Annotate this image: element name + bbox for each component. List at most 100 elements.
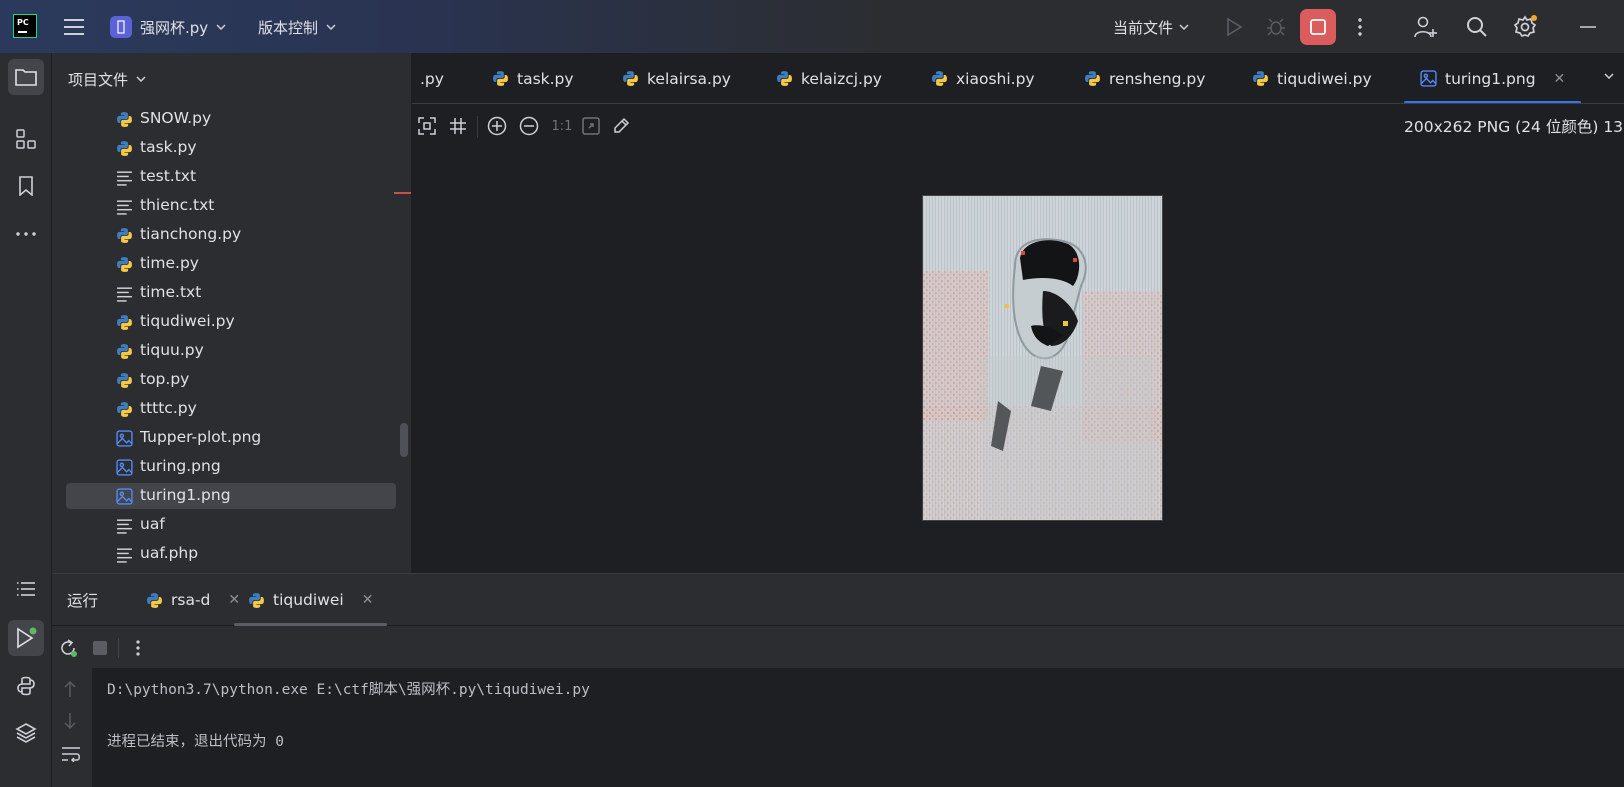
soft-wrap-icon (62, 747, 80, 762)
python-file-icon (117, 228, 132, 243)
tree-item[interactable]: uaf.php (66, 541, 396, 567)
fit-zoom-button[interactable] (416, 115, 438, 137)
editor-tab[interactable]: kelairsa.py (606, 53, 747, 103)
text-file-icon (117, 548, 132, 563)
python-packages-button[interactable] (8, 715, 44, 751)
zoom-out-button[interactable] (518, 115, 540, 137)
image-file-icon (116, 459, 133, 476)
editor-tab[interactable]: task.py (476, 53, 590, 103)
tabs-overflow-button[interactable] (1604, 73, 1614, 79)
grid-icon (450, 118, 466, 134)
search-icon (1467, 17, 1487, 37)
image-info: 200x262 PNG (24 位颜色) 13 (1404, 118, 1624, 136)
scroll-down-button[interactable] (62, 712, 78, 730)
tree-item[interactable]: thienc.txt (66, 193, 396, 219)
vcs-widget[interactable]: 版本控制 (258, 13, 336, 41)
arrow-up-icon (64, 680, 76, 697)
tree-item[interactable]: turing.png (66, 454, 396, 480)
tree-item[interactable]: tiqudiwei.py (66, 309, 396, 335)
soft-wrap-button[interactable] (61, 746, 81, 762)
run-config-label: 当前文件 (1113, 18, 1174, 37)
tree-item[interactable]: time.py (66, 251, 396, 277)
text-file-icon (117, 287, 132, 302)
run-tool-button[interactable] (8, 620, 44, 656)
project-tool-button[interactable] (8, 59, 44, 95)
tree-item[interactable]: top.py (66, 367, 396, 393)
editor-tab[interactable]: kelaizcj.py (760, 53, 898, 103)
rerun-button[interactable] (56, 636, 80, 660)
fit-window-button[interactable] (580, 115, 602, 137)
editor-tab-label: kelaizcj.py (801, 69, 882, 88)
image-file-icon (116, 430, 133, 447)
arrow-down-icon (64, 713, 76, 730)
tree-item[interactable]: Tupper-plot.png (66, 425, 396, 451)
more-actions-button[interactable] (1348, 13, 1372, 41)
rerun-icon (61, 639, 77, 657)
tree-item[interactable]: task.py (66, 135, 396, 161)
tree-item[interactable]: tiquu.py (66, 338, 396, 364)
more-vertical-icon (1358, 18, 1362, 36)
zoom-in-button[interactable] (486, 115, 508, 137)
tree-item[interactable]: SNOW.py (66, 106, 396, 132)
more-horizontal-icon (16, 232, 36, 236)
editor-tab[interactable]: tiqudiwei.py (1236, 53, 1388, 103)
minimize-window-button[interactable] (1574, 13, 1602, 41)
code-with-me-button[interactable] (1412, 13, 1440, 41)
editor-tab[interactable]: turing1.png ✕ (1404, 53, 1582, 103)
tree-item[interactable]: ttttc.py (66, 396, 396, 422)
bookmarks-tool-button[interactable] (8, 168, 44, 204)
scroll-up-button[interactable] (62, 680, 78, 698)
structure-tool-button[interactable] (8, 121, 44, 157)
tree-scrollbar[interactable] (400, 423, 408, 457)
python-file-icon (1253, 71, 1268, 86)
tree-item[interactable]: test.txt (66, 164, 396, 190)
editor-tab[interactable]: rensheng.py (1068, 53, 1221, 103)
stop-run-button[interactable] (88, 636, 112, 660)
toolbar-divider (477, 116, 478, 138)
search-everywhere-button[interactable] (1463, 13, 1491, 41)
tree-item[interactable]: turing1.png (66, 483, 396, 509)
debug-button[interactable] (1262, 13, 1290, 41)
close-tab-icon[interactable]: ✕ (362, 592, 374, 608)
python-file-icon (932, 71, 947, 86)
editor-tab[interactable]: .py (412, 53, 460, 103)
project-widget[interactable]: 强网杯.py (110, 13, 226, 41)
run-tool-window: 运行 rsa-d ✕ tiqudiwei ✕ D:\python3.7\python.… (52, 573, 1624, 787)
tree-item[interactable]: time.txt (66, 280, 396, 306)
bug-icon (1267, 18, 1285, 36)
run-toolbar (52, 626, 1624, 668)
tree-item[interactable]: uaf (66, 512, 396, 538)
chevron-down-icon (216, 24, 226, 30)
tree-item-label: turing.png (140, 457, 221, 475)
chevron-down-icon (326, 24, 336, 30)
actual-size-button[interactable]: 1:1 (548, 115, 576, 137)
console-output[interactable]: D:\python3.7\python.exe E:\ctf脚本\强网杯.py\… (107, 677, 590, 755)
project-view-selector[interactable]: 项目文件 (68, 67, 146, 91)
tree-item-label: ttttc.py (140, 399, 197, 417)
main-menu-button[interactable] (60, 13, 88, 41)
todo-tool-button[interactable] (8, 571, 44, 607)
file-tree: SNOW.py task.py test.txt thienc.txt tianchon… (52, 106, 411, 573)
color-picker-button[interactable] (610, 115, 632, 137)
more-tools-button[interactable] (8, 216, 44, 252)
python-console-button[interactable] (8, 668, 44, 704)
run-panel-title: 运行 (67, 592, 99, 610)
stop-button[interactable] (1300, 9, 1336, 45)
run-configuration-selector[interactable]: 当前文件 (1113, 13, 1189, 41)
editor-tab[interactable]: xiaoshi.py (915, 53, 1051, 103)
toolbar-divider (118, 638, 119, 658)
close-tab-icon[interactable]: ✕ (1554, 71, 1566, 87)
run-tab[interactable]: tiqudiwei ✕ (234, 574, 388, 626)
settings-button[interactable] (1511, 13, 1539, 41)
tree-item[interactable]: tianchong.py (66, 222, 396, 248)
tree-item-label: time.py (140, 254, 199, 272)
tree-item-label: turing1.png (140, 486, 231, 504)
structure-icon (16, 129, 36, 149)
image-viewer-toolbar: 1:1 200x262 PNG (24 位颜色) 13 (412, 104, 1624, 148)
run-button[interactable] (1220, 13, 1248, 41)
grid-toggle-button[interactable] (447, 115, 469, 137)
text-file-icon (117, 171, 132, 186)
fit-window-icon (582, 117, 600, 135)
run-more-button[interactable] (128, 636, 148, 660)
